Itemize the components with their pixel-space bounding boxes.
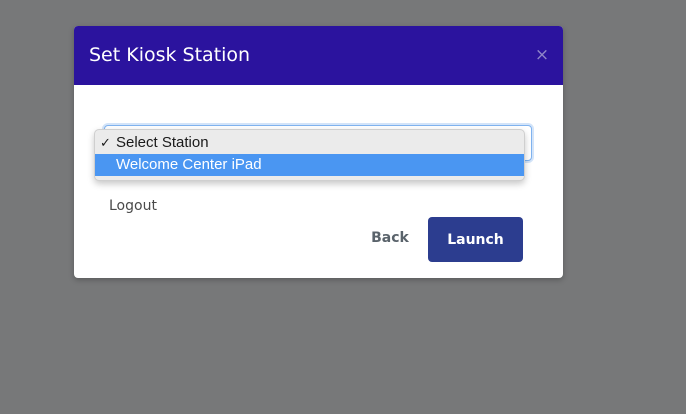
close-icon[interactable]: × xyxy=(534,44,550,66)
option-label: Welcome Center iPad xyxy=(116,156,262,173)
logout-link[interactable]: Logout xyxy=(109,197,157,215)
launch-button[interactable]: Launch xyxy=(428,217,523,262)
modal-title: Set Kiosk Station xyxy=(89,44,251,66)
option-label: Select Station xyxy=(116,134,209,151)
modal-header: Set Kiosk Station × xyxy=(74,26,563,85)
kiosk-station-modal: Set Kiosk Station × ✓ Select Station Wel… xyxy=(74,26,563,278)
dropdown-option-select-station[interactable]: ✓ Select Station xyxy=(95,132,524,154)
station-dropdown-list: ✓ Select Station Welcome Center iPad xyxy=(94,129,525,181)
checkmark-icon: ✓ xyxy=(100,135,111,150)
dropdown-option-welcome-center-ipad[interactable]: Welcome Center iPad xyxy=(95,154,524,176)
back-button[interactable]: Back xyxy=(360,226,420,250)
